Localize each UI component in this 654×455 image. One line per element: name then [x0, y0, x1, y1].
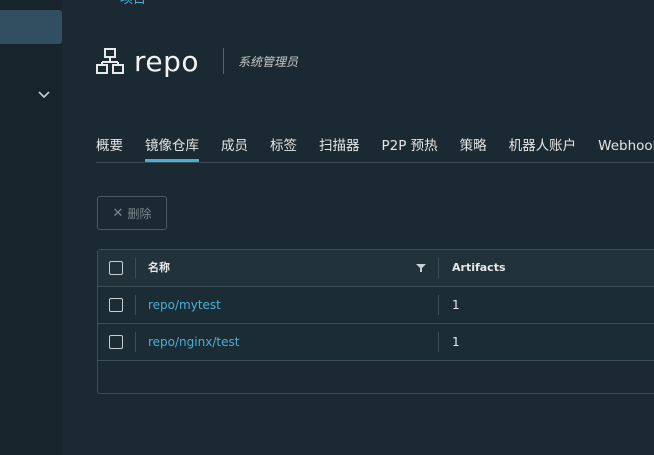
delete-button-label: 删除 — [127, 206, 152, 221]
breadcrumb-link[interactable]: 项目 — [120, 0, 146, 7]
column-divider — [135, 258, 136, 278]
row-checkbox[interactable] — [109, 298, 123, 312]
header-divider — [223, 48, 225, 74]
table-row[interactable]: repo/mytest 1 — [98, 287, 654, 324]
repository-link[interactable]: repo/nginx/test — [148, 324, 239, 360]
column-divider — [135, 332, 136, 352]
project-header: repo 系统管理员 — [96, 44, 298, 78]
main-content: 项目 repo 系统管理员 概要镜像仓库成员标签扫描器 P2P 预热策略机器人账户… — [62, 0, 654, 455]
tab-summary[interactable]: 概要 — [96, 134, 123, 161]
column-divider — [438, 332, 439, 352]
row-checkbox[interactable] — [109, 335, 123, 349]
artifacts-count: 1 — [452, 298, 460, 312]
tab-policy[interactable]: 策略 — [460, 134, 487, 161]
tab-p2p-preheat[interactable]: P2P 预热 — [382, 134, 438, 161]
project-name: repo — [134, 44, 200, 78]
column-header-artifacts[interactable]: Artifacts — [452, 250, 506, 286]
table-row[interactable]: repo/nginx/test 1 — [98, 324, 654, 361]
tab-labels[interactable]: 标签 — [270, 134, 297, 161]
column-divider[interactable] — [438, 258, 439, 278]
sidebar-item-active[interactable] — [0, 10, 62, 44]
tab-repositories[interactable]: 镜像仓库 — [145, 134, 199, 162]
tab-bar: 概要镜像仓库成员标签扫描器 P2P 预热策略机器人账户 Webhooks — [96, 134, 654, 163]
project-role: 系统管理员 — [238, 54, 299, 69]
repository-table: 名称 Artifacts repo/mytest 1 repo/nginx/te… — [97, 249, 654, 394]
filter-icon[interactable] — [416, 263, 426, 273]
tab-webhooks[interactable]: Webhooks — [598, 138, 654, 161]
tab-scanner[interactable]: 扫描器 — [319, 134, 360, 161]
close-icon: ✕ — [112, 205, 124, 221]
column-divider — [135, 295, 136, 315]
select-all-checkbox[interactable] — [109, 261, 123, 275]
tab-robot-accounts[interactable]: 机器人账户 — [509, 134, 577, 161]
artifacts-count: 1 — [452, 335, 460, 349]
chevron-down-icon[interactable] — [35, 86, 53, 104]
repository-link[interactable]: repo/mytest — [148, 287, 221, 323]
tab-members[interactable]: 成员 — [221, 134, 248, 161]
project-icon — [96, 48, 124, 74]
delete-button[interactable]: ✕ 删除 — [97, 196, 167, 230]
column-header-name[interactable]: 名称 — [148, 250, 170, 286]
table-header: 名称 Artifacts — [98, 250, 654, 287]
sidebar — [0, 0, 62, 455]
column-divider — [438, 295, 439, 315]
